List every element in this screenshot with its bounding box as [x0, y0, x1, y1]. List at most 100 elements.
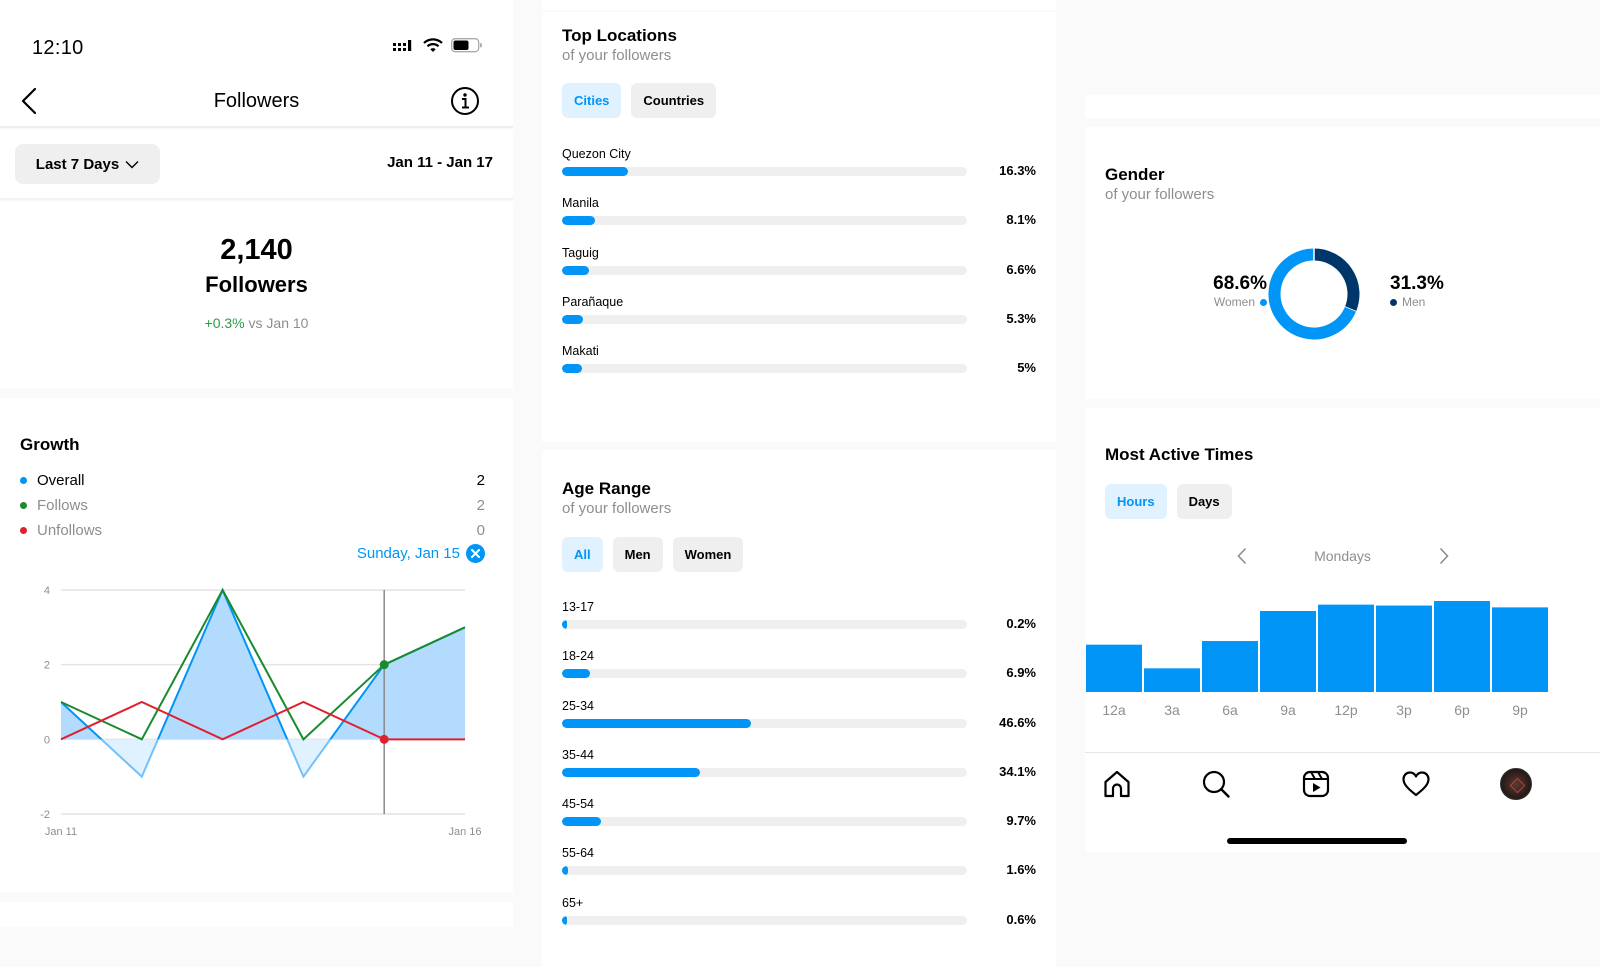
age-bar-fill: [562, 669, 590, 679]
nav-header: Followers: [0, 80, 513, 128]
women-legend: Women: [1213, 295, 1267, 309]
growth-title: Growth: [20, 435, 80, 454]
clear-selection-button[interactable]: [466, 544, 485, 563]
x-tick-label: 12p: [1334, 702, 1358, 718]
follower-label: Followers: [205, 272, 308, 297]
location-bar-fill: [562, 265, 589, 275]
delta-comparison: vs Jan 10: [248, 315, 309, 331]
chevron-left-icon: [1236, 547, 1246, 565]
age-bar-track: [562, 767, 967, 777]
age-bar-fill: [562, 718, 751, 728]
period-label: Last 7 Days: [35, 155, 120, 173]
tab-men[interactable]: Men: [612, 537, 663, 572]
status-time: 12:10: [32, 37, 84, 59]
growth-legend: Overall 2 Follows 2 Unfollows 0: [20, 468, 485, 543]
reels-icon: [1302, 770, 1330, 798]
age-range-subtitle: of your followers: [562, 500, 672, 517]
legend-value: 2: [476, 497, 485, 514]
tab-days[interactable]: Days: [1176, 484, 1232, 519]
top-locations-header: Top Locations of your followers: [562, 26, 677, 64]
info-icon[interactable]: [450, 86, 480, 116]
previous-day-button[interactable]: [1232, 545, 1252, 567]
x-tick-label: 3a: [1164, 702, 1180, 718]
age-bar-fill: [562, 915, 567, 925]
age-label: 55-64: [562, 846, 594, 861]
tab-search[interactable]: [1199, 767, 1233, 801]
age-bar-track: [562, 620, 967, 629]
tab-profile[interactable]: [1499, 767, 1533, 801]
tab-women[interactable]: Women: [672, 537, 744, 572]
search-icon: [1202, 770, 1230, 798]
tab-activity[interactable]: [1399, 767, 1433, 801]
legend-item-overall[interactable]: Overall 2: [20, 468, 485, 493]
tab-cities[interactable]: Cities: [562, 83, 622, 118]
growth-chart[interactable]: 4 2 0 -2 Jan 11 Jan 16: [0, 578, 513, 848]
profile-avatar: [1500, 768, 1532, 800]
legend-label: Unfollows: [37, 522, 103, 539]
tab-all[interactable]: All: [562, 537, 603, 572]
x-tick-label: 12a: [1102, 702, 1126, 718]
age-bar-track: [562, 718, 967, 728]
legend-item-unfollows[interactable]: Unfollows 0: [20, 518, 485, 543]
age-bar-fill: [562, 866, 569, 876]
followers-summary: 2,140 Followers +0.3% vs Jan 10: [0, 202, 513, 388]
location-row: Quezon City 16.3%: [562, 147, 1036, 196]
x-tick-label: 9a: [1280, 702, 1296, 718]
next-day-button[interactable]: [1434, 545, 1454, 567]
location-bar-track: [562, 216, 967, 226]
day-selector: Mondays: [1085, 543, 1600, 569]
delta-percent: +0.3%: [204, 315, 245, 331]
date-range: Jan 11 - Jan 17: [387, 154, 493, 171]
follows-marker: [379, 660, 389, 670]
top-locations-title: Top Locations: [562, 26, 677, 45]
gender-donut: [1268, 248, 1360, 340]
home-icon: [1104, 770, 1130, 798]
top-locations-subtitle: of your followers: [562, 47, 672, 64]
chevron-right-icon: [1439, 547, 1449, 565]
legend-label: Follows: [37, 497, 88, 514]
location-bar-fill: [562, 314, 584, 324]
legend-value: 2: [476, 472, 485, 489]
age-label: 65+: [562, 895, 584, 910]
age-value: 1.6%: [1006, 862, 1036, 878]
close-icon: [471, 549, 480, 558]
tab-home[interactable]: [1100, 767, 1134, 801]
age-row: 25-34 46.6%: [562, 699, 1036, 748]
location-label: Taguig: [562, 245, 599, 260]
age-bar-track: [562, 866, 967, 876]
legend-label: Overall: [37, 472, 85, 489]
active-times-title: Most Active Times: [1105, 445, 1254, 464]
age-row: 18-24 6.9%: [562, 649, 1036, 698]
active-times-header: Most Active Times: [1105, 445, 1253, 465]
age-bar-fill: [562, 620, 567, 629]
most-active-times-card: Most Active Times Hours Days Mondays 12a…: [1085, 408, 1600, 752]
age-range-card: Age Range of your followers All Men Wome…: [542, 450, 1056, 967]
location-value: 5%: [1017, 360, 1036, 376]
filter-row: Last 7 Days Jan 11 - Jan 17: [0, 130, 513, 200]
location-value: 8.1%: [1006, 212, 1036, 228]
legend-item-follows[interactable]: Follows 2: [20, 493, 485, 518]
previous-card-edge: [542, 0, 1056, 10]
status-bar: 12:10: [0, 0, 513, 80]
tab-reels[interactable]: [1299, 767, 1333, 801]
tab-countries[interactable]: Countries: [631, 83, 717, 118]
top-locations-card: Top Locations of your followers Cities C…: [542, 12, 1056, 442]
age-row: 35-44 34.1%: [562, 748, 1036, 797]
men-dot: [1390, 298, 1397, 306]
day-label: Mondays: [1314, 548, 1371, 564]
active-times-tabs: Hours Days: [1105, 484, 1232, 519]
age-value: 0.6%: [1006, 911, 1036, 927]
period-dropdown[interactable]: Last 7 Days: [15, 144, 160, 184]
age-tabs: All Men Women: [562, 537, 744, 572]
legend-dot: [20, 477, 27, 484]
x-tick-label: 9p: [1512, 702, 1528, 718]
activity-column: Gender of your followers 68.6% Women 31.…: [1085, 0, 1600, 967]
age-row: 55-64 1.6%: [562, 846, 1036, 895]
x-tick-label: 6a: [1222, 702, 1238, 718]
tab-hours[interactable]: Hours: [1105, 484, 1167, 519]
age-row: 45-54 9.7%: [562, 797, 1036, 846]
location-value: 6.6%: [1006, 261, 1036, 277]
age-bars: 13-17 0.2% 18-24 6.9% 25-34 46.6% 35-44 …: [562, 600, 1036, 945]
home-indicator: [1227, 838, 1407, 844]
active-bar: [1260, 611, 1316, 692]
